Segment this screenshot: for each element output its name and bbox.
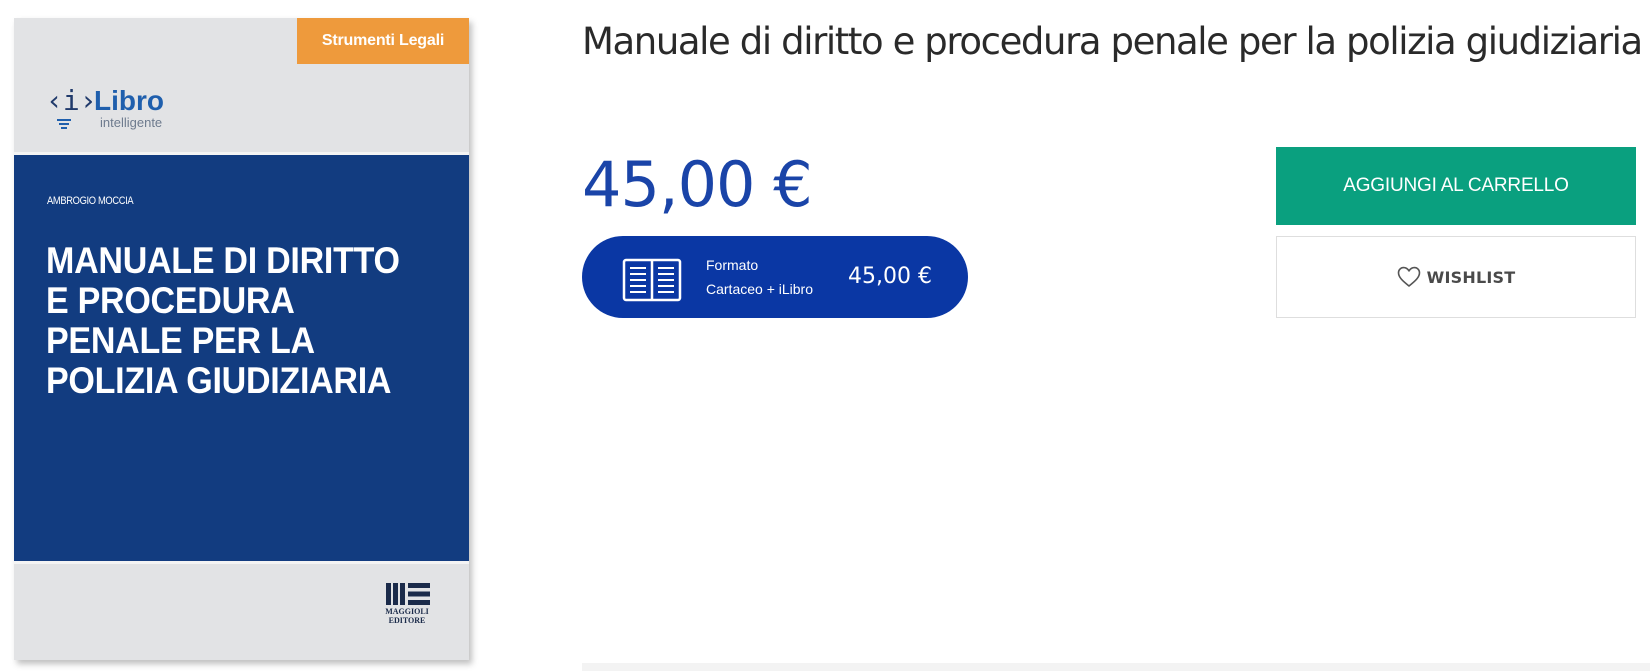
cover-author: AMBROGIO MOCCIA <box>47 195 134 207</box>
format-type: Cartaceo + iLibro <box>706 281 814 297</box>
product-title: Manuale di diritto e procedura penale pe… <box>582 20 1643 63</box>
ilibro-mark: ‹i› <box>46 84 97 117</box>
ilibro-subtitle: intelligente <box>100 115 163 130</box>
book-cover: Strumenti Legali ‹i› Libro intelligente … <box>14 18 469 660</box>
cover-title-panel: AMBROGIO MOCCIA MANUALE DI DIRITTO E PRO… <box>14 152 469 564</box>
format-label: Formato <box>706 257 759 273</box>
series-tag: Strumenti Legali <box>297 18 469 64</box>
heart-icon <box>1397 266 1420 287</box>
add-to-cart-button[interactable]: AGGIUNGI AL CARRELLO <box>1276 147 1636 225</box>
lightbulb-icon <box>57 119 71 129</box>
product-price: 45,00 € <box>582 148 813 221</box>
cover-title: MANUALE DI DIRITTO E PROCEDURA PENALE PE… <box>46 240 400 401</box>
publisher-logo-icon <box>386 583 430 605</box>
ilibro-logo: ‹i› Libro intelligente <box>46 84 196 146</box>
book-open-icon <box>622 258 682 302</box>
wishlist-label: WISHLIST <box>1426 267 1516 287</box>
wishlist-button[interactable]: WISHLIST <box>1276 236 1636 318</box>
section-divider <box>582 663 1650 671</box>
format-price: 45,00 € <box>848 264 932 289</box>
publisher-logo: MAGGIOLI EDITORE <box>382 583 432 631</box>
format-option-button[interactable]: Formato Cartaceo + iLibro 45,00 € <box>582 236 968 318</box>
ilibro-word: Libro <box>94 85 164 116</box>
publisher-name: MAGGIOLI EDITORE <box>385 607 429 625</box>
